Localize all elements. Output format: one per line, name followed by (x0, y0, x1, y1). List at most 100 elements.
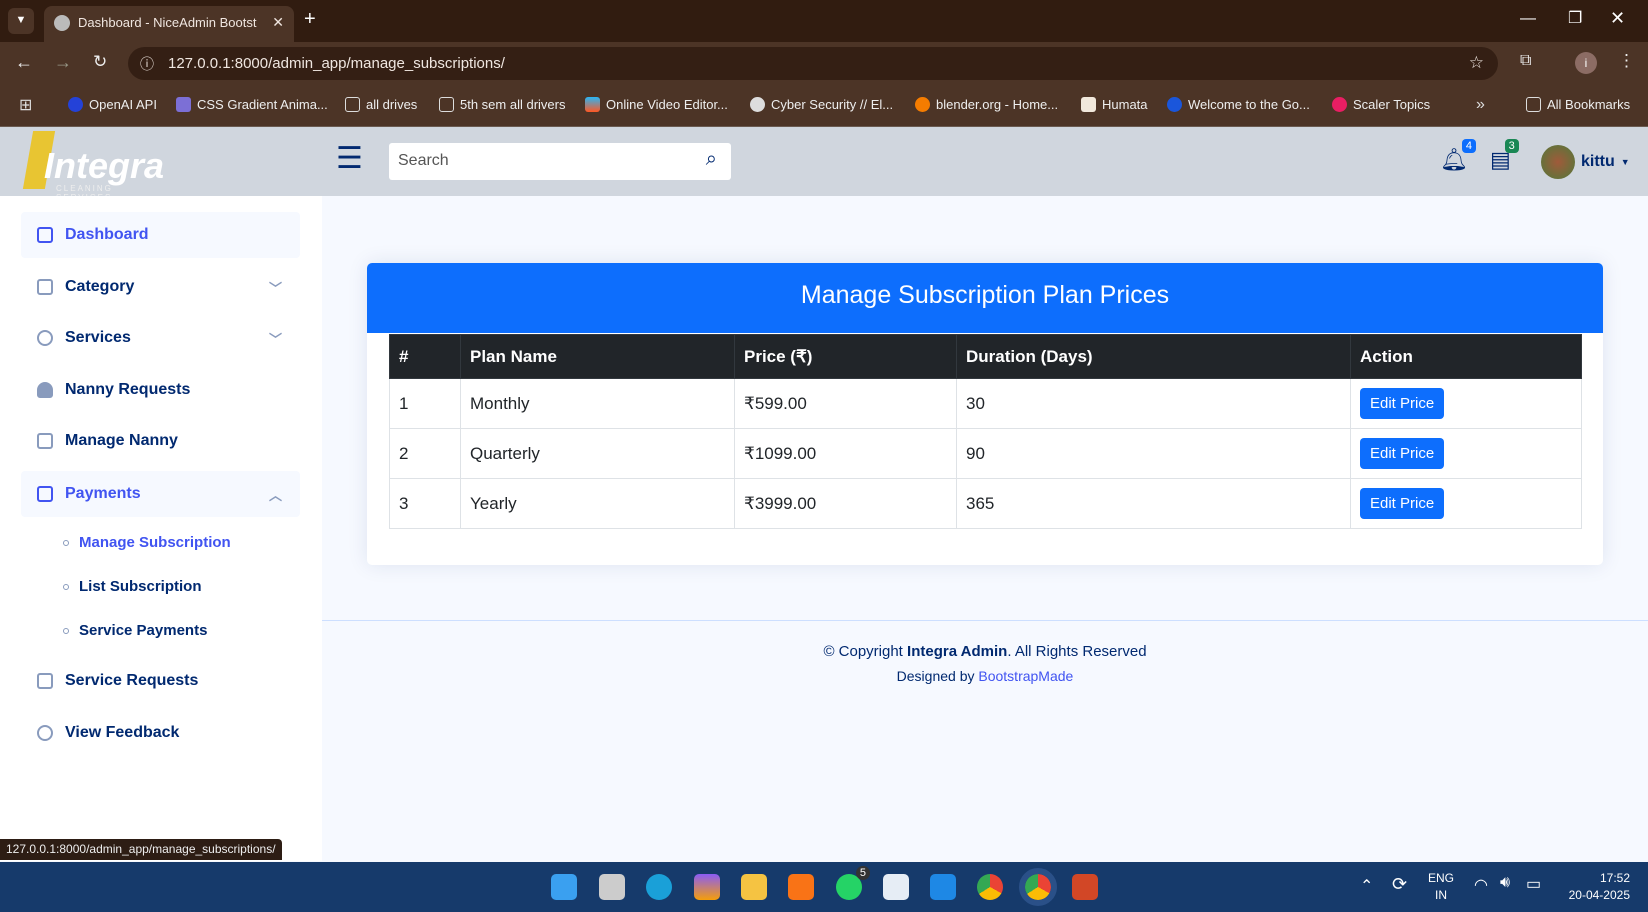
footer: © Copyright Integra Admin. All Rights Re… (322, 620, 1648, 684)
plan-duration: 365 (956, 478, 1351, 529)
menu-icon[interactable]: ⋮ (1618, 51, 1635, 71)
sync-icon[interactable]: ⟳ (1392, 874, 1407, 895)
sidebar-item-nanny-requests[interactable]: Nanny Requests (21, 367, 300, 413)
plan-price: ₹3999.00 (734, 478, 957, 529)
bootstrapmade-link[interactable]: BootstrapMade (978, 668, 1073, 684)
plan-name: Quarterly (460, 428, 735, 479)
forward-icon[interactable]: → (54, 52, 72, 73)
edit-price-button[interactable]: Edit Price (1360, 438, 1445, 469)
edit-price-button[interactable]: Edit Price (1360, 388, 1445, 419)
row-number: 2 (389, 428, 461, 479)
edge-icon[interactable] (646, 874, 672, 900)
bookmark[interactable]: Cyber Security // El... (750, 97, 893, 112)
task-view-icon[interactable] (599, 874, 625, 900)
site-info-icon[interactable]: ⓘ (140, 54, 154, 74)
search-icon[interactable]: ⌕ (706, 148, 717, 171)
time: 17:52 (1599, 871, 1630, 885)
sidebar-item-payments[interactable]: Payments ︿ (21, 471, 300, 517)
bookmark[interactable]: blender.org - Home... (915, 97, 1058, 112)
back-icon[interactable]: ← (15, 52, 33, 73)
bookmark-label: Welcome to the Go... (1188, 97, 1310, 112)
bookmark[interactable]: CSS Gradient Anima... (176, 97, 328, 112)
chevron-up-icon: ︿ (268, 487, 282, 503)
folder-icon (345, 97, 360, 112)
search-placeholder: Search (398, 152, 449, 169)
scaler-icon (1332, 97, 1347, 112)
powerpoint-icon[interactable] (1072, 874, 1098, 900)
copyright-brand: Integra Admin (907, 643, 1008, 660)
profile-avatar[interactable]: i (1575, 52, 1597, 74)
url-input[interactable]: ⓘ 127.0.0.1:8000/admin_app/manage_subscri… (128, 47, 1498, 80)
chrome-icon[interactable] (977, 874, 1003, 900)
language-indicator[interactable]: ENG IN (1428, 870, 1454, 904)
bookmark[interactable]: all drives (345, 97, 417, 112)
wifi-icon[interactable]: ◠ (1474, 875, 1488, 895)
sidebar-item-services[interactable]: Services ﹀ (21, 315, 300, 361)
chat-icon (37, 725, 53, 741)
logo[interactable]: Integra CLEANING SERVICES (22, 127, 172, 202)
edit-price-button[interactable]: Edit Price (1360, 488, 1445, 519)
username: kittu (1581, 153, 1615, 170)
chrome-profile-icon[interactable] (1019, 868, 1057, 906)
table-row: 3 Yearly ₹3999.00 365 Edit Price (389, 478, 1582, 529)
bookmark[interactable]: OpenAI API (68, 97, 157, 112)
column-header: Plan Name (460, 334, 735, 379)
bookmark[interactable]: Welcome to the Go... (1167, 97, 1310, 112)
chevron-up-icon[interactable]: ⌃ (1360, 876, 1373, 896)
minimize-button[interactable]: — (1520, 10, 1536, 28)
bullet-icon (63, 539, 69, 546)
user-menu[interactable]: kittu ▼ (1541, 145, 1630, 179)
sidebar-subitem-service-payments[interactable]: Service Payments (63, 622, 207, 639)
sidebar-label: View Feedback (65, 724, 180, 741)
more-bookmarks-icon[interactable]: » (1476, 96, 1485, 114)
search-input[interactable]: Search ⌕ (389, 143, 731, 180)
copilot-icon[interactable] (694, 874, 720, 900)
reload-icon[interactable]: ↻ (93, 52, 107, 72)
status-url: 127.0.0.1:8000/admin_app/manage_subscrip… (0, 839, 282, 860)
browser-tab[interactable]: Dashboard - NiceAdmin Bootst ✕ (44, 6, 294, 42)
clock[interactable]: 17:52 20-04-2025 (1560, 870, 1630, 904)
sidebar-item-service-requests[interactable]: Service Requests (21, 658, 300, 704)
bookmark-label: all drives (366, 97, 418, 112)
bookmark[interactable]: 5th sem all drivers (439, 97, 565, 112)
start-icon[interactable] (551, 874, 577, 900)
sidebar-item-view-feedback[interactable]: View Feedback (21, 710, 300, 756)
notifications-button[interactable]: 🔔︎ 4 (1440, 139, 1476, 173)
close-window-button[interactable]: ✕ (1610, 8, 1625, 29)
sidebar-sublabel: List Subscription (79, 578, 202, 595)
vscode-icon[interactable] (930, 874, 956, 900)
all-bookmarks[interactable]: All Bookmarks (1526, 97, 1630, 112)
gradient-icon (176, 97, 191, 112)
volume-icon[interactable]: 🔊︎ (1500, 874, 1510, 892)
sidebar-subitem-manage-subscription[interactable]: Manage Subscription (63, 534, 231, 551)
sidebar-item-category[interactable]: Category ﹀ (21, 264, 300, 310)
sidebar-toggle-icon[interactable]: ☰ (336, 141, 363, 176)
chevron-down-icon: ﹀ (268, 331, 282, 347)
apps-icon[interactable]: ⊞ (19, 95, 32, 115)
battery-icon[interactable]: ▭ (1526, 874, 1541, 894)
tab-list-button[interactable]: ▼ (8, 8, 34, 34)
bookmark[interactable]: Online Video Editor... (585, 97, 728, 112)
address-bar-row: ← → ↻ ⓘ 127.0.0.1:8000/admin_app/manage_s… (0, 42, 1648, 85)
file-explorer-icon[interactable] (741, 874, 767, 900)
app-icon[interactable] (883, 874, 909, 900)
xampp-icon[interactable] (788, 874, 814, 900)
sidebar-label: Manage Nanny (65, 432, 178, 449)
sidebar-subitem-list-subscription[interactable]: List Subscription (63, 578, 202, 595)
messages-button[interactable]: ▤ 3 (1490, 139, 1519, 173)
bookmark[interactable]: Scaler Topics (1332, 97, 1430, 112)
plan-name: Yearly (460, 478, 735, 529)
bookmarks-bar: ⊞ OpenAI API CSS Gradient Anima... all d… (0, 85, 1648, 127)
close-tab-icon[interactable]: ✕ (272, 14, 284, 31)
sidebar-item-dashboard[interactable]: Dashboard (21, 212, 300, 258)
whatsapp-icon[interactable]: 5 (836, 866, 870, 900)
new-tab-button[interactable]: + (304, 8, 316, 31)
restore-button[interactable]: ❐ (1568, 8, 1582, 28)
star-icon[interactable]: ☆ (1469, 53, 1484, 73)
row-number: 1 (389, 378, 461, 429)
sidebar-item-manage-nanny[interactable]: Manage Nanny (21, 418, 300, 464)
extensions-icon[interactable]: ⧉ (1520, 52, 1531, 70)
copyright-text: . All Rights Reserved (1007, 643, 1147, 660)
sidebar-sublabel: Manage Subscription (79, 534, 231, 551)
bookmark[interactable]: Humata (1081, 97, 1148, 112)
